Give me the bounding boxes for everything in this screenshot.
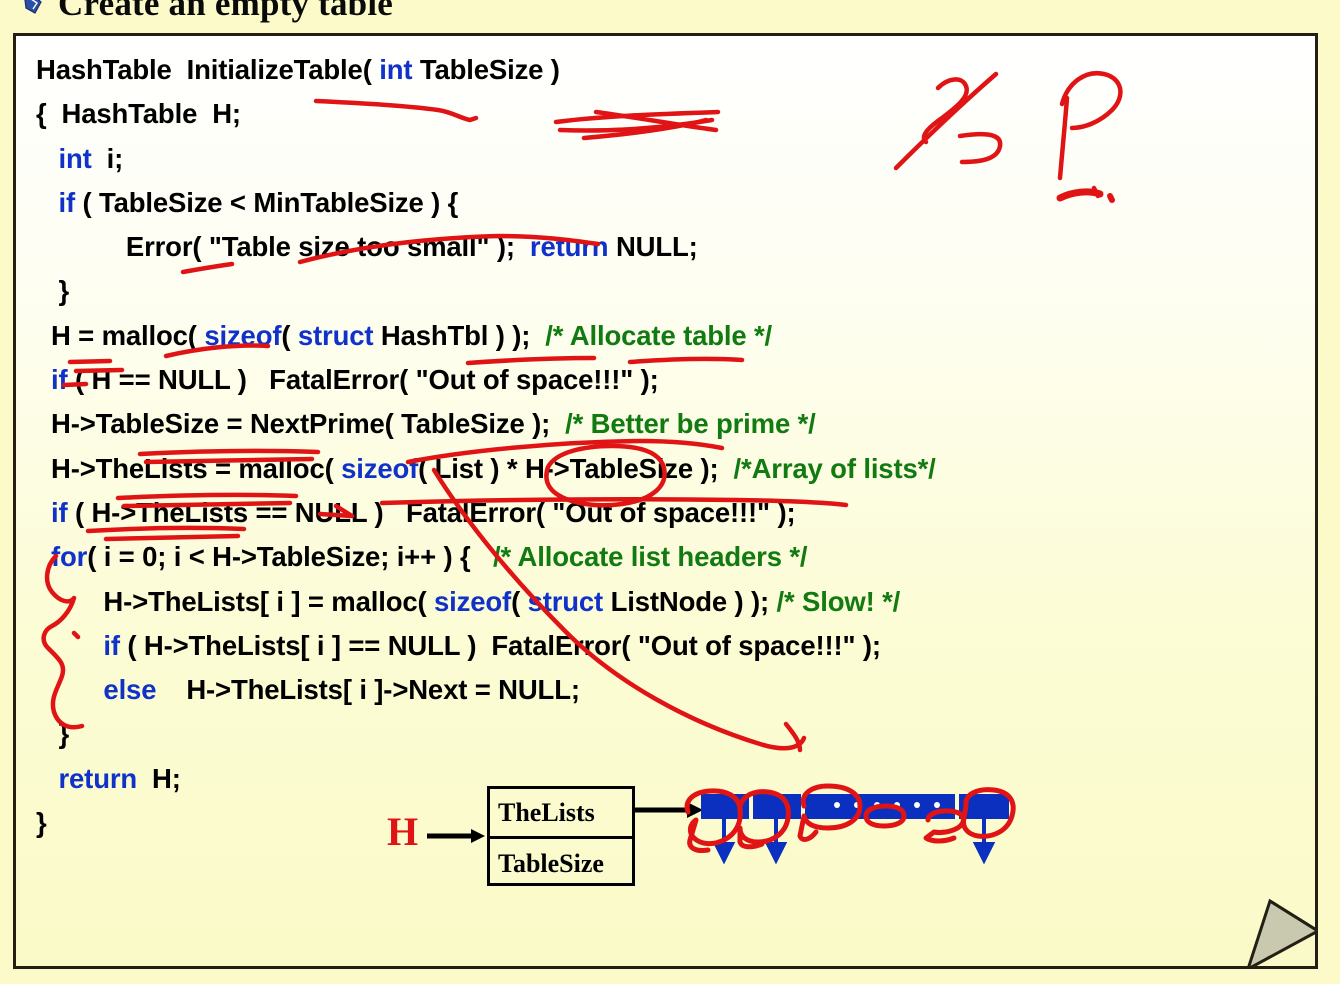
arrow-thelists-to-array-icon (633, 802, 703, 818)
code-keyword: else (103, 674, 157, 706)
code-line: } (36, 712, 1315, 756)
code-keyword: if (50, 496, 68, 528)
code-line: if ( H->TheLists == NULL ) FatalError( "… (36, 491, 1315, 535)
code-text: HashTable InitializeTable( (36, 54, 380, 85)
code-keyword: return (58, 762, 138, 794)
code-comment: /*Array of lists*/ (733, 452, 936, 484)
code-text: { HashTable H; (36, 98, 241, 130)
code-keyword: sizeof (341, 452, 419, 484)
code-line: if ( H == NULL ) FatalError( "Out of spa… (36, 358, 1315, 402)
code-line: int i; (36, 137, 1315, 181)
code-text: H->TheLists[ i ]->Next = NULL; (156, 674, 580, 706)
ellipsis-dots-icon (834, 802, 940, 808)
code-keyword: return (529, 231, 609, 263)
page-curl-corner-icon (1247, 898, 1315, 966)
code-comment: /* Allocate table */ (545, 319, 773, 351)
code-comment: /* Better be prime */ (565, 408, 816, 440)
slide-title-bar: Create an empty table (0, 0, 1340, 26)
code-keyword: if (103, 629, 120, 661)
code-line: if ( H->TheLists[ i ] == NULL ) FatalErr… (36, 624, 1315, 668)
code-text: ( H->TheLists == NULL ) FatalError( "Out… (67, 496, 796, 528)
code-text: ( List ) * H->TableSize ); (418, 452, 734, 484)
code-comment: /* Allocate list headers */ (493, 541, 808, 573)
code-keyword: if (58, 186, 75, 218)
code-line: if ( TableSize < MinTableSize ) { (36, 181, 1315, 225)
code-keyword: if (50, 364, 68, 396)
blue-diamond-bullet-icon (22, 0, 44, 15)
code-text: ( i = 0; i < H->TableSize; i++ ) { (87, 541, 494, 573)
code-text: ( H->TheLists[ i ] == NULL ) FatalError(… (119, 629, 881, 661)
code-line: H->TableSize = NextPrime( TableSize ); /… (36, 402, 1315, 446)
code-listing: HashTable InitializeTable( int TableSize… (36, 48, 1315, 845)
page-title: Create an empty table (58, 0, 394, 23)
code-panel: HashTable InitializeTable( int TableSize… (13, 33, 1318, 969)
array-cell (753, 794, 801, 819)
code-text: H->TableSize = NextPrime( TableSize ); (36, 408, 566, 440)
struct-box: TheLists TableSize (487, 786, 635, 886)
code-line: else H->TheLists[ i ]->Next = NULL; (36, 668, 1315, 712)
code-keyword: sizeof (434, 585, 512, 617)
code-text: ( (281, 319, 298, 351)
code-comment: /* Slow! */ (776, 585, 901, 617)
code-text: ( H == NULL ) FatalError( "Out of space!… (67, 364, 659, 396)
code-line: } (36, 269, 1315, 313)
code-text: } (36, 275, 70, 307)
pointer-label-h: H (387, 809, 419, 854)
code-text: NULL; (608, 231, 698, 263)
code-text: HashTbl ) ); (373, 319, 546, 351)
code-line: H->TheLists[ i ] = malloc( sizeof( struc… (36, 580, 1315, 624)
code-line: Error( "Table size too small" ); return … (36, 225, 1315, 269)
code-keyword: int (379, 54, 413, 85)
code-keyword: sizeof (204, 319, 282, 351)
code-text: H->TheLists[ i ] = malloc( (36, 585, 435, 617)
code-text: ( TableSize < MinTableSize ) { (74, 186, 459, 218)
code-text: } (36, 718, 70, 750)
code-text: ( (511, 585, 528, 617)
struct-field-tablesize: TableSize (498, 849, 604, 878)
code-line: for( i = 0; i < H->TableSize; i++ ) { /*… (36, 535, 1315, 579)
array-cell (959, 794, 1009, 819)
code-line: HashTable InitializeTable( int TableSize… (36, 48, 1315, 92)
hash-table-struct-diagram: H TheLists TableSize (371, 778, 1021, 898)
code-keyword: struct (527, 585, 604, 617)
code-line: H->TheLists = malloc( sizeof( List ) * H… (36, 447, 1315, 491)
code-text: } (36, 807, 47, 839)
code-text: TableSize ) (412, 54, 560, 85)
code-text: H = malloc( (36, 319, 205, 351)
code-keyword: struct (297, 319, 374, 351)
code-text: H; (137, 762, 181, 794)
code-text: i; (91, 142, 124, 174)
code-text: ListNode ) ); (603, 585, 777, 617)
array-cell (701, 794, 749, 819)
array-of-list-heads (701, 794, 1011, 820)
code-text: H->TheLists = malloc( (36, 452, 342, 484)
code-line: { HashTable H; (36, 92, 1315, 136)
code-line: H = malloc( sizeof( struct HashTbl ) ); … (36, 314, 1315, 358)
code-text: Error( "Table size too small" ); (36, 231, 530, 263)
list-head-down-arrows-icon (712, 818, 996, 864)
code-keyword: int (58, 142, 92, 174)
arrow-h-to-struct-icon (427, 829, 485, 843)
code-keyword: for (50, 541, 88, 573)
struct-field-thelists: TheLists (490, 789, 632, 839)
